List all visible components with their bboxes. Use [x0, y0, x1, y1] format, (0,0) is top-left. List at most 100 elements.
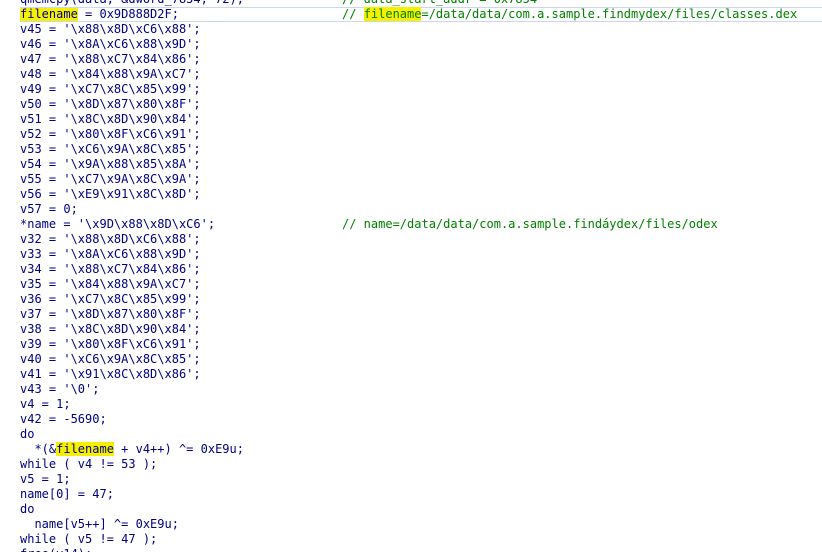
- line-number: [0, 307, 12, 322]
- code-line[interactable]: v57 = 0;: [20, 202, 822, 217]
- code-line[interactable]: free(v14);: [20, 547, 822, 552]
- line-number: [0, 52, 12, 67]
- code-text: v39 = '\x80\x8F\xC6\x91';: [20, 337, 201, 351]
- code-line[interactable]: *(&filename + v4++) ^= 0xE9u;: [20, 442, 822, 457]
- code-text: v46 = '\x8A\xC6\x88\x9D';: [20, 37, 201, 51]
- line-number: [0, 412, 12, 427]
- code-text: = 0x9D888D2F;: [77, 7, 179, 21]
- line-number: [0, 337, 12, 352]
- highlighted-identifier[interactable]: filename: [56, 442, 114, 456]
- pseudocode-view[interactable]: qmemcpy(data, &dword_7854, 72); // data_s…: [20, 0, 822, 552]
- line-number: [0, 532, 12, 547]
- code-text: v53 = '\xC6\x9A\x8C\x85';: [20, 142, 201, 156]
- code-text: v38 = '\x8C\x8D\x90\x84';: [20, 322, 201, 336]
- code-text: v48 = '\x84\x88\x9A\xC7';: [20, 67, 201, 81]
- code-text: v35 = '\x84\x88\x9A\xC7';: [20, 277, 201, 291]
- code-text: while ( v4 != 53 );: [20, 457, 158, 471]
- line-number: [0, 37, 12, 52]
- code-text: v41 = '\x91\x8C\x8D\x86';: [20, 367, 201, 381]
- code-line[interactable]: v45 = '\x88\x8D\xC6\x88';: [20, 22, 822, 37]
- code-line[interactable]: v56 = '\xE9\x91\x8C\x8D';: [20, 187, 822, 202]
- code-line[interactable]: while ( v4 != 53 );: [20, 457, 822, 472]
- line-number: [0, 112, 12, 127]
- code-text: v34 = '\x88\xC7\x84\x86';: [20, 262, 201, 276]
- code-line[interactable]: while ( v5 != 47 );: [20, 532, 822, 547]
- line-number: [0, 397, 12, 412]
- line-number: [0, 277, 12, 292]
- code-text: v45 = '\x88\x8D\xC6\x88';: [20, 22, 201, 36]
- code-comment: // filename=/data/data/com.a.sample.find…: [342, 7, 797, 22]
- code-line[interactable]: name[v5++] ^= 0xE9u;: [20, 517, 822, 532]
- code-line[interactable]: v35 = '\x84\x88\x9A\xC7';: [20, 277, 822, 292]
- code-line[interactable]: v4 = 1;: [20, 397, 822, 412]
- code-line[interactable]: v53 = '\xC6\x9A\x8C\x85';: [20, 142, 822, 157]
- code-text: do: [20, 502, 35, 516]
- code-line[interactable]: qmemcpy(data, &dword_7854, 72); // data_s…: [20, 0, 822, 7]
- code-line[interactable]: v32 = '\x88\x8D\xC6\x88';: [20, 232, 822, 247]
- code-line[interactable]: v42 = -5690;: [20, 412, 822, 427]
- code-line[interactable]: v51 = '\x8C\x8D\x90\x84';: [20, 112, 822, 127]
- code-line[interactable]: v36 = '\xC7\x8C\x85\x99';: [20, 292, 822, 307]
- code-line[interactable]: v46 = '\x8A\xC6\x88\x9D';: [20, 37, 822, 52]
- code-line[interactable]: v41 = '\x91\x8C\x8D\x86';: [20, 367, 822, 382]
- code-text: v36 = '\xC7\x8C\x85\x99';: [20, 292, 201, 306]
- code-line[interactable]: *name = '\x9D\x88\x8D\xC6'; // name=/data…: [20, 217, 822, 232]
- code-comment: // name=/data/data/com.a.sample.findáyde…: [342, 217, 718, 231]
- code-text: v4 = 1;: [20, 397, 71, 411]
- code-comment: // data_start_addr = 0x7854: [342, 0, 537, 7]
- code-line[interactable]: do: [20, 502, 822, 517]
- code-text: v5 = 1;: [20, 472, 71, 486]
- code-text: v49 = '\xC7\x8C\x85\x99';: [20, 82, 201, 96]
- line-number: [0, 262, 12, 277]
- code-line[interactable]: v37 = '\x8D\x87\x80\x8F';: [20, 307, 822, 322]
- code-text: v37 = '\x8D\x87\x80\x8F';: [20, 307, 201, 321]
- code-line[interactable]: v38 = '\x8C\x8D\x90\x84';: [20, 322, 822, 337]
- code-line[interactable]: v39 = '\x80\x8F\xC6\x91';: [20, 337, 822, 352]
- line-number: [0, 382, 12, 397]
- code-text: v57 = 0;: [20, 202, 78, 216]
- code-text: name[0] = 47;: [20, 487, 114, 501]
- code-text: free(v14);: [20, 547, 92, 552]
- code-line[interactable]: v48 = '\x84\x88\x9A\xC7';: [20, 67, 822, 82]
- code-text: v51 = '\x8C\x8D\x90\x84';: [20, 112, 201, 126]
- code-text: v55 = '\xC7\x9A\x8C\x9A';: [20, 172, 201, 186]
- code-text: while ( v5 != 47 );: [20, 532, 158, 546]
- line-number: [0, 367, 12, 382]
- code-line[interactable]: v40 = '\xC6\x9A\x8C\x85';: [20, 352, 822, 367]
- code-line[interactable]: v47 = '\x88\xC7\x84\x86';: [20, 52, 822, 67]
- line-number: [0, 292, 12, 307]
- code-line[interactable]: v55 = '\xC7\x9A\x8C\x9A';: [20, 172, 822, 187]
- code-line[interactable]: v33 = '\x8A\xC6\x88\x9D';: [20, 247, 822, 262]
- code-line[interactable]: v50 = '\x8D\x87\x80\x8F';: [20, 97, 822, 112]
- code-line[interactable]: v43 = '\0';: [20, 382, 822, 397]
- code-text: v40 = '\xC6\x9A\x8C\x85';: [20, 352, 201, 366]
- code-text: qmemcpy(data, &dword_7854, 72);: [20, 0, 244, 6]
- line-number: [0, 0, 12, 7]
- code-text: + v4++) ^= 0xE9u;: [113, 442, 244, 456]
- line-number: [0, 472, 12, 487]
- line-number: [0, 82, 12, 97]
- code-line[interactable]: do: [20, 427, 822, 442]
- line-number: [0, 352, 12, 367]
- line-number: [0, 322, 12, 337]
- code-line[interactable]: v34 = '\x88\xC7\x84\x86';: [20, 262, 822, 277]
- line-number: [0, 457, 12, 472]
- code-line[interactable]: v54 = '\x9A\x88\x85\x8A';: [20, 157, 822, 172]
- highlighted-comment-identifier: filename: [363, 7, 422, 21]
- line-number: [0, 202, 12, 217]
- code-text: v32 = '\x88\x8D\xC6\x88';: [20, 232, 201, 246]
- line-number: [0, 7, 12, 22]
- code-line[interactable]: v5 = 1;: [20, 472, 822, 487]
- highlighted-identifier[interactable]: filename: [20, 7, 78, 21]
- code-line[interactable]: filename = 0x9D888D2F; // filename=/data/…: [20, 7, 822, 22]
- code-line[interactable]: v49 = '\xC7\x8C\x85\x99';: [20, 82, 822, 97]
- line-number: [0, 442, 12, 457]
- code-line[interactable]: v52 = '\x80\x8F\xC6\x91';: [20, 127, 822, 142]
- line-number: [0, 97, 12, 112]
- line-number: [0, 142, 12, 157]
- line-number: [0, 247, 12, 262]
- line-number: [0, 172, 12, 187]
- line-number-gutter: [0, 0, 14, 549]
- code-text: v33 = '\x8A\xC6\x88\x9D';: [20, 247, 201, 261]
- code-line[interactable]: name[0] = 47;: [20, 487, 822, 502]
